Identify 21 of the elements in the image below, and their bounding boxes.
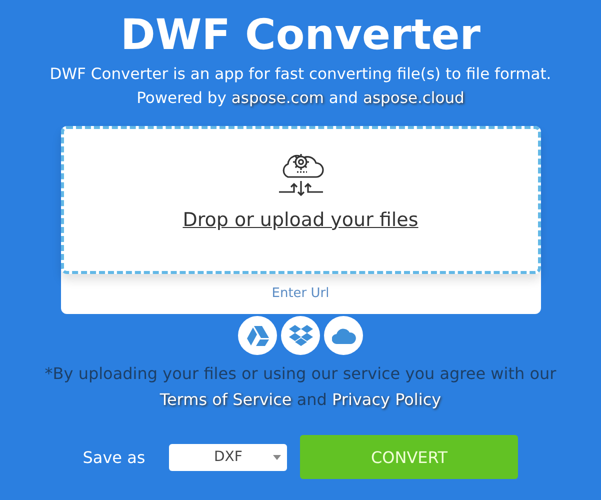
powered-by-text: Powered by aspose.com and aspose.cloud [136, 88, 464, 109]
policy-link[interactable]: Privacy Policy [332, 390, 442, 409]
upload-link[interactable]: Drop or upload your files [182, 209, 418, 231]
cloud-icon [332, 328, 356, 344]
site-link[interactable]: aspose.cloud [362, 89, 464, 107]
format-select[interactable]: DXF [169, 444, 288, 470]
convert-button[interactable]: CONVERT [300, 435, 518, 479]
disclaimer-text: *By uploading your files or using our service you agree with our Terms of Service and Privacy Policy [44, 363, 558, 411]
caret-icon [273, 454, 282, 460]
policy-link[interactable]: Terms of Service [160, 390, 292, 409]
drop-zone[interactable]: Drop or upload your files [60, 126, 540, 274]
enter-url-link[interactable]: Enter Url [272, 286, 330, 301]
cloud-button[interactable] [324, 316, 363, 355]
dropbox-button[interactable] [281, 316, 320, 355]
triangle-drive-icon [246, 326, 268, 346]
save-as-label: Save as [82, 448, 146, 466]
site-link[interactable]: aspose.com [231, 89, 324, 107]
subtitle-text: DWF Converter is an app for fast converting file(s) to file format. [50, 64, 552, 85]
drive-button[interactable] [238, 316, 277, 355]
dropbox-icon [288, 325, 312, 346]
page-title: DWF Converter [120, 9, 480, 61]
